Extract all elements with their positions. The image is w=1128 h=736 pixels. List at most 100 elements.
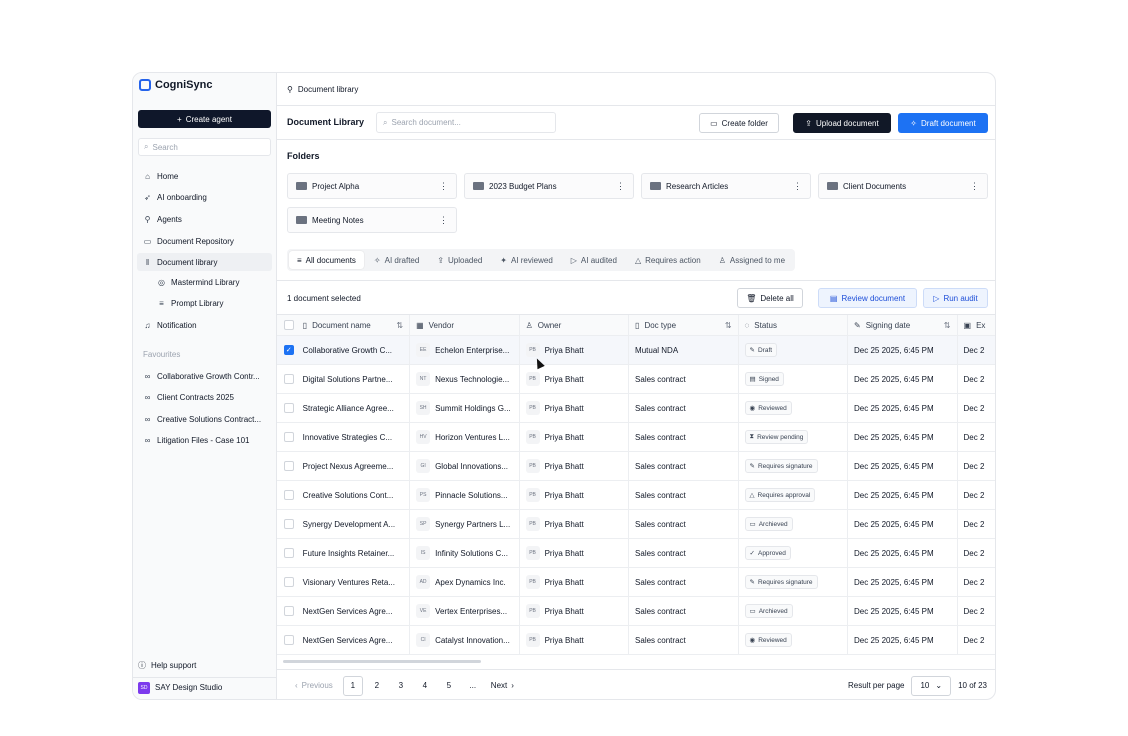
row-checkbox[interactable] bbox=[283, 635, 294, 645]
row-checkbox-cell[interactable] bbox=[277, 539, 301, 567]
document-name[interactable]: Project Nexus Agreeme... bbox=[303, 462, 394, 471]
page-button[interactable]: 5 bbox=[439, 676, 459, 696]
table-row[interactable]: Innovative Strategies C... HV Horizon Vent… bbox=[277, 423, 995, 452]
table-row[interactable]: Visionary Ventures Reta... AD Apex Dynamic… bbox=[277, 568, 995, 597]
tab-all-documents[interactable]: ≡ All documents bbox=[289, 251, 364, 269]
sidebar-search-input[interactable]: ⌕ Search bbox=[138, 138, 271, 156]
run-audit-button[interactable]: ▷ Run audit bbox=[923, 288, 988, 308]
table-row[interactable]: Digital Solutions Partne... NT Nexus Techn… bbox=[277, 365, 995, 394]
document-name[interactable]: Synergy Development A... bbox=[303, 520, 396, 529]
upload-document-button[interactable]: ⇪ Upload document bbox=[793, 113, 891, 133]
document-name-cell[interactable]: Creative Solutions Cont... bbox=[301, 481, 411, 509]
document-name[interactable]: NextGen Services Agre... bbox=[303, 607, 393, 616]
document-name[interactable]: Creative Solutions Cont... bbox=[303, 491, 394, 500]
review-document-button[interactable]: ▤ Review document bbox=[818, 288, 917, 308]
sidebar-item-agents[interactable]: ⚲ Agents bbox=[137, 210, 272, 228]
document-name-cell[interactable]: NextGen Services Agre... bbox=[301, 597, 411, 625]
table-row[interactable]: NextGen Services Agre... CI Catalyst Innov… bbox=[277, 626, 995, 655]
sort-icon[interactable]: ⇅ bbox=[944, 321, 951, 330]
folder-card[interactable]: Research Articles ⋮ bbox=[641, 173, 811, 199]
row-checkbox[interactable]: ✓ bbox=[283, 345, 294, 355]
document-name-cell[interactable]: Synergy Development A... bbox=[301, 510, 411, 538]
row-checkbox-cell[interactable] bbox=[277, 597, 301, 625]
row-checkbox-cell[interactable] bbox=[277, 365, 301, 393]
folder-card[interactable]: Client Documents ⋮ bbox=[818, 173, 988, 199]
tab-assigned-to-me[interactable]: ♙ Assigned to me bbox=[711, 251, 793, 269]
column-header[interactable]: ▯ Doc type ⇅ bbox=[629, 315, 739, 335]
row-checkbox[interactable] bbox=[283, 548, 294, 558]
document-name-cell[interactable]: NextGen Services Agre... bbox=[301, 626, 411, 654]
document-search-input[interactable]: ⌕ Search document... bbox=[376, 112, 556, 133]
document-name-cell[interactable]: Project Nexus Agreeme... bbox=[301, 452, 411, 480]
sidebar-item-prompt-library[interactable]: ≡ Prompt Library bbox=[151, 294, 271, 312]
document-name[interactable]: Visionary Ventures Reta... bbox=[303, 578, 395, 587]
row-checkbox[interactable] bbox=[283, 490, 294, 500]
draft-document-button[interactable]: ✧ Draft document bbox=[898, 113, 988, 133]
row-checkbox-cell[interactable] bbox=[277, 423, 301, 451]
column-header[interactable]: ✎ Signing date ⇅ bbox=[848, 315, 958, 335]
row-checkbox-cell[interactable] bbox=[277, 481, 301, 509]
select-all-checkbox-cell[interactable] bbox=[277, 315, 301, 335]
row-checkbox[interactable] bbox=[283, 606, 294, 616]
document-name-cell[interactable]: Strategic Alliance Agree... bbox=[301, 394, 411, 422]
table-row[interactable]: Creative Solutions Cont... PS Pinnacle Sol… bbox=[277, 481, 995, 510]
tab-requires-action[interactable]: △ Requires action bbox=[627, 251, 709, 269]
sidebar-item-notification[interactable]: ♫ Notification bbox=[137, 316, 272, 334]
document-name[interactable]: Innovative Strategies C... bbox=[303, 433, 392, 442]
document-name-cell[interactable]: Future Insights Retainer... bbox=[301, 539, 411, 567]
row-checkbox-cell[interactable] bbox=[277, 568, 301, 596]
delete-all-button[interactable]: 🗑 Delete all bbox=[737, 288, 803, 308]
help-support-link[interactable]: ⓘ Help support bbox=[133, 655, 277, 675]
favourite-item[interactable]: ∞ Client Contracts 2025 bbox=[137, 388, 272, 406]
sidebar-item-ai-onboarding[interactable]: ➶ AI onboarding bbox=[137, 188, 272, 206]
document-name-cell[interactable]: Collaborative Growth C... bbox=[301, 336, 411, 364]
page-button[interactable]: 3 bbox=[391, 676, 411, 696]
row-checkbox[interactable] bbox=[283, 374, 294, 384]
row-checkbox-cell[interactable] bbox=[277, 626, 301, 654]
document-name[interactable]: Collaborative Growth C... bbox=[303, 346, 392, 355]
row-checkbox[interactable] bbox=[283, 519, 294, 529]
document-name[interactable]: Future Insights Retainer... bbox=[303, 549, 395, 558]
create-folder-button[interactable]: ▭ Create folder bbox=[699, 113, 779, 133]
folder-card[interactable]: Project Alpha ⋮ bbox=[287, 173, 457, 199]
column-header[interactable]: ▦ Vendor bbox=[410, 315, 520, 335]
previous-page-button[interactable]: ‹ Previous bbox=[291, 676, 337, 696]
table-row[interactable]: Project Nexus Agreeme... GI Global Innovat… bbox=[277, 452, 995, 481]
row-checkbox-cell[interactable] bbox=[277, 452, 301, 480]
next-page-button[interactable]: Next › bbox=[487, 676, 518, 696]
table-row[interactable]: Synergy Development A... SP Synergy Partne… bbox=[277, 510, 995, 539]
row-checkbox-cell[interactable]: ✓ bbox=[277, 336, 301, 364]
tab-ai-reviewed[interactable]: ✦ AI reviewed bbox=[492, 251, 561, 269]
folder-card[interactable]: Meeting Notes ⋮ bbox=[287, 207, 457, 233]
more-options-icon[interactable]: ⋮ bbox=[439, 181, 448, 192]
folder-card[interactable]: 2023 Budget Plans ⋮ bbox=[464, 173, 634, 199]
table-row[interactable]: ✓ Collaborative Growth C... EE Echelon Ente… bbox=[277, 336, 995, 365]
sort-icon[interactable]: ⇅ bbox=[725, 321, 732, 330]
document-name-cell[interactable]: Digital Solutions Partne... bbox=[301, 365, 411, 393]
row-checkbox[interactable] bbox=[283, 577, 294, 587]
document-name-cell[interactable]: Innovative Strategies C... bbox=[301, 423, 411, 451]
column-header[interactable]: ◌ Status bbox=[739, 315, 849, 335]
breadcrumb-label[interactable]: Document library bbox=[298, 85, 358, 94]
more-options-icon[interactable]: ⋮ bbox=[439, 215, 448, 226]
column-header[interactable]: ♙ Owner bbox=[520, 315, 630, 335]
per-page-select[interactable]: 10 ⌄ bbox=[911, 675, 952, 696]
table-row[interactable]: Strategic Alliance Agree... SH Summit Hold… bbox=[277, 394, 995, 423]
favourite-item[interactable]: ∞ Collaborative Growth Contr... bbox=[137, 367, 272, 385]
page-button[interactable]: 4 bbox=[415, 676, 435, 696]
select-all-checkbox[interactable] bbox=[283, 320, 294, 330]
row-checkbox[interactable] bbox=[283, 432, 294, 442]
sort-icon[interactable]: ⇅ bbox=[396, 321, 403, 330]
document-name[interactable]: NextGen Services Agre... bbox=[303, 636, 393, 645]
document-name[interactable]: Strategic Alliance Agree... bbox=[303, 404, 394, 413]
favourite-item[interactable]: ∞ Litigation Files - Case 101 bbox=[137, 431, 272, 449]
column-header[interactable]: ▣ Ex bbox=[958, 315, 996, 335]
sidebar-item-document-repository[interactable]: ▭ Document Repository bbox=[137, 232, 272, 250]
row-checkbox[interactable] bbox=[283, 461, 294, 471]
tab-ai-drafted[interactable]: ✧ AI drafted bbox=[366, 251, 427, 269]
page-button[interactable]: 2 bbox=[367, 676, 387, 696]
row-checkbox-cell[interactable] bbox=[277, 394, 301, 422]
row-checkbox-cell[interactable] bbox=[277, 510, 301, 538]
table-row[interactable]: NextGen Services Agre... VE Vertex Enterpr… bbox=[277, 597, 995, 626]
tab-ai-audited[interactable]: ▷ AI audited bbox=[563, 251, 625, 269]
